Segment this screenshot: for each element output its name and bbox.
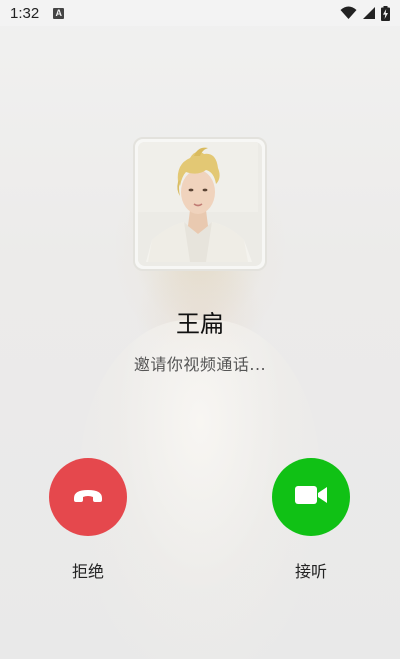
caller-name: 王扁 xyxy=(176,310,224,338)
avatar-portrait-icon xyxy=(138,142,258,262)
avatar xyxy=(138,142,262,266)
accept-label: 接听 xyxy=(294,562,327,581)
status-time: 1:32 xyxy=(10,4,40,22)
battery-charging-icon xyxy=(381,5,390,21)
status-bar: 1:32 A xyxy=(0,0,400,26)
wifi-icon xyxy=(340,6,357,20)
decline-button[interactable] xyxy=(49,458,127,536)
hang-up-icon xyxy=(73,488,103,507)
video-camera-icon xyxy=(294,485,328,509)
avatar-frame xyxy=(133,137,267,271)
accept-video-button[interactable] xyxy=(272,458,350,536)
call-status-text: 邀请你视频通话... xyxy=(133,355,267,374)
signal-icon xyxy=(362,6,376,20)
notification-a-icon: A xyxy=(53,7,65,19)
decline-label: 拒绝 xyxy=(71,562,104,581)
